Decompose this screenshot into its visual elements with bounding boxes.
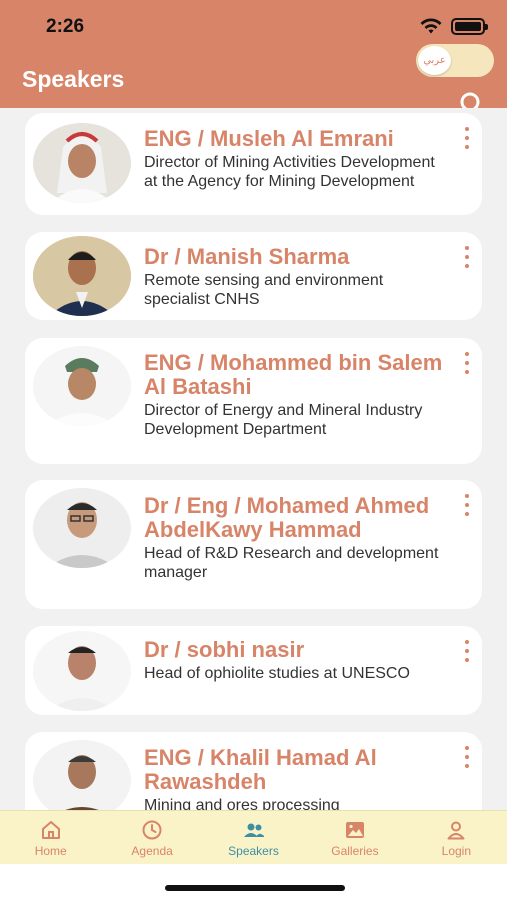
more-options-button[interactable] — [463, 494, 471, 516]
home-indicator[interactable] — [165, 885, 345, 891]
bottom-safe-area — [0, 864, 507, 900]
speaker-role: Head of R&D Research and development man… — [144, 545, 439, 581]
speaker-role: Director of Mining Activities Developmen… — [144, 154, 435, 190]
speakers-list[interactable]: ENG / Musleh Al Emrani Director of Minin… — [0, 108, 507, 810]
bottom-tab-bar: Home Agenda Speakers Galleries Login — [0, 810, 507, 864]
tab-label: Agenda — [131, 844, 173, 858]
search-icon — [460, 92, 480, 108]
speaker-role: Remote sensing and environment specialis… — [144, 272, 384, 308]
clock-icon — [142, 820, 162, 840]
more-options-button[interactable] — [463, 352, 471, 374]
speaker-role: Mining and ores processing — [144, 797, 340, 810]
speaker-name: ENG / Mohammed bin Salem Al Batashi — [144, 350, 443, 399]
image-icon — [345, 822, 364, 838]
speaker-avatar — [33, 488, 131, 568]
speaker-name: ENG / Khalil Hamad Al Rawashdeh — [144, 745, 377, 794]
speaker-card[interactable]: Dr / sobhi nasir Head of ophiolite studi… — [25, 626, 482, 715]
status-time: 2:26 — [46, 16, 85, 37]
language-toggle[interactable]: عربي — [416, 44, 494, 77]
wifi-icon — [420, 18, 442, 34]
speaker-name: Dr / Eng / Mohamed Ahmed AbdelKawy Hamma… — [144, 493, 430, 542]
tab-agenda[interactable]: Agenda — [101, 811, 202, 864]
speaker-role: Director of Energy and Mineral Industry … — [144, 402, 423, 438]
tab-label: Speakers — [228, 844, 279, 858]
speaker-avatar — [33, 631, 131, 711]
search-button[interactable] — [458, 90, 484, 108]
speaker-avatar — [33, 123, 131, 203]
app-header: 2:26 Speakers عربي — [0, 0, 507, 108]
speaker-avatar — [33, 346, 131, 426]
speaker-card[interactable]: ENG / Musleh Al Emrani Director of Minin… — [25, 113, 482, 215]
home-icon — [41, 821, 60, 839]
tab-galleries[interactable]: Galleries — [304, 811, 405, 864]
tab-login[interactable]: Login — [406, 811, 507, 864]
speaker-name: ENG / Musleh Al Emrani — [144, 126, 394, 151]
tab-speakers[interactable]: Speakers — [203, 811, 304, 864]
more-options-button[interactable] — [463, 640, 471, 662]
battery-icon — [451, 17, 488, 35]
speaker-card[interactable]: ENG / Mohammed bin Salem Al Batashi Dire… — [25, 338, 482, 464]
speaker-card[interactable]: Dr / Eng / Mohamed Ahmed AbdelKawy Hamma… — [25, 480, 482, 609]
more-options-button[interactable] — [463, 127, 471, 149]
speaker-avatar — [33, 236, 131, 316]
people-icon — [243, 823, 264, 837]
person-icon — [447, 821, 465, 840]
more-options-button[interactable] — [463, 746, 471, 768]
page-title: Speakers — [22, 66, 125, 92]
speaker-avatar — [33, 740, 131, 810]
tab-label: Home — [34, 844, 67, 858]
language-toggle-label: عربي — [418, 46, 451, 75]
speaker-name: Dr / Manish Sharma — [144, 244, 350, 269]
status-icons — [419, 17, 488, 35]
speaker-card[interactable]: Dr / Manish Sharma Remote sensing and en… — [25, 232, 482, 320]
tab-home[interactable]: Home — [0, 811, 101, 864]
speaker-role: Head of ophiolite studies at UNESCO — [144, 665, 410, 682]
tab-label: Galleries — [331, 844, 379, 858]
more-options-button[interactable] — [463, 246, 471, 268]
tab-label: Login — [441, 844, 472, 858]
speaker-name: Dr / sobhi nasir — [144, 637, 305, 662]
speaker-card[interactable]: ENG / Khalil Hamad Al Rawashdeh Mining a… — [25, 732, 482, 810]
